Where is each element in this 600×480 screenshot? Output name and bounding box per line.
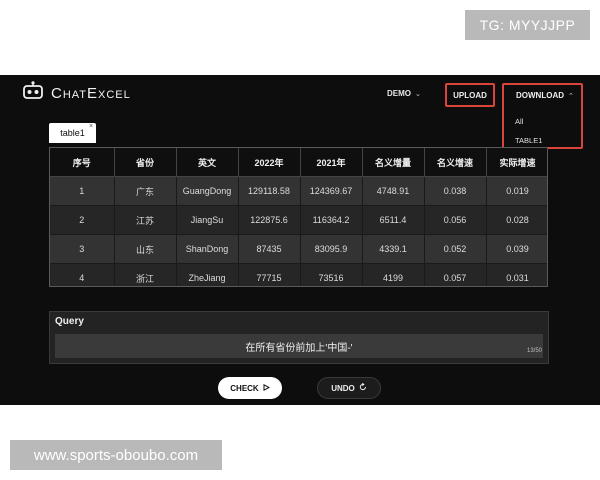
table-cell[interactable]: 0.057 <box>424 263 487 286</box>
table-cell[interactable]: 0.039 <box>486 234 547 264</box>
robot-icon <box>22 80 44 106</box>
table-cell[interactable]: 广东 <box>114 176 177 206</box>
table-cell[interactable]: 3 <box>50 234 115 264</box>
column-header[interactable]: 2021年 <box>300 148 363 177</box>
query-label: Query <box>55 316 84 327</box>
query-input[interactable]: 在所有省份前加上'中国-' <box>55 334 543 358</box>
character-count: 13/50 <box>526 348 542 354</box>
table-cell[interactable]: 0.028 <box>486 205 547 235</box>
column-header[interactable]: 英文 <box>176 148 239 177</box>
chevron-down-icon: ⌄ <box>415 90 421 98</box>
table-cell[interactable]: 0.038 <box>424 176 487 206</box>
download-dropdown: DOWNLOAD ⌃ All TABLE1 <box>502 83 583 149</box>
table-cell[interactable]: ShanDong <box>176 234 239 264</box>
demo-label: DEMO <box>387 89 411 98</box>
chevron-up-icon: ⌃ <box>568 92 574 100</box>
table-cell[interactable]: 0.019 <box>486 176 547 206</box>
table-cell[interactable]: 山东 <box>114 234 177 264</box>
column-header[interactable]: 省份 <box>114 148 177 177</box>
column-header[interactable]: 名义增速 <box>424 148 487 177</box>
table-cell[interactable]: 83095.9 <box>300 234 363 264</box>
download-label: DOWNLOAD <box>516 91 564 100</box>
close-icon[interactable]: × <box>89 123 93 130</box>
watermark-bottom: www.sports-oboubo.com <box>10 440 222 470</box>
table-cell[interactable]: 77715 <box>238 263 301 286</box>
download-option-table1[interactable]: TABLE1 <box>515 136 542 145</box>
table-cell[interactable]: 0.052 <box>424 234 487 264</box>
demo-menu[interactable]: DEMO ⌄ <box>387 89 421 98</box>
play-icon <box>263 383 270 393</box>
table-cell[interactable]: 6511.4 <box>362 205 425 235</box>
table-cell[interactable]: 浙江 <box>114 263 177 286</box>
table-row: 2 江苏 JiangSu 122875.6 116364.2 6511.4 0.… <box>50 205 547 235</box>
column-header[interactable]: 名义增量 <box>362 148 425 177</box>
watermark-top: TG: MYYJJPP <box>465 10 590 40</box>
table-cell[interactable]: 4 <box>50 263 115 286</box>
check-button[interactable]: CHECK <box>218 377 282 399</box>
table-header-row: 序号 省份 英文 2022年 2021年 名义增量 名义增速 实际增速 <box>50 148 547 177</box>
upload-button[interactable]: UPLOAD <box>445 83 495 107</box>
table-cell[interactable]: 江苏 <box>114 205 177 235</box>
table-cell[interactable]: 0.031 <box>486 263 547 286</box>
table-cell[interactable]: 87435 <box>238 234 301 264</box>
table-cell[interactable]: 73516 <box>300 263 363 286</box>
column-header[interactable]: 实际增速 <box>486 148 547 177</box>
table-cell[interactable]: 124369.67 <box>300 176 363 206</box>
download-button[interactable]: DOWNLOAD ⌃ <box>516 91 574 100</box>
table-row: 4 浙江 ZheJiang 77715 73516 4199 0.057 0.0… <box>50 263 547 286</box>
data-table: 序号 省份 英文 2022年 2021年 名义增量 名义增速 实际增速 1 广东… <box>49 147 548 287</box>
table-cell[interactable]: JiangSu <box>176 205 239 235</box>
table-cell[interactable]: 122875.6 <box>238 205 301 235</box>
table-cell[interactable]: GuangDong <box>176 176 239 206</box>
refresh-icon <box>359 382 367 393</box>
logo[interactable]: ChatExcel <box>22 80 131 106</box>
table-cell[interactable]: 1 <box>50 176 115 206</box>
download-option-all[interactable]: All <box>515 117 523 126</box>
column-header[interactable]: 序号 <box>50 148 115 177</box>
undo-button[interactable]: UNDO <box>317 377 381 399</box>
table-cell[interactable]: 0.056 <box>424 205 487 235</box>
check-label: CHECK <box>230 383 259 393</box>
query-panel: Query 在所有省份前加上'中国-' 13/50 <box>49 311 549 364</box>
column-header[interactable]: 2022年 <box>238 148 301 177</box>
app-window: ChatExcel DEMO ⌄ UPLOAD DOWNLOAD ⌃ All T… <box>0 75 600 405</box>
table-row: 3 山东 ShanDong 87435 83095.9 4339.1 0.052… <box>50 234 547 264</box>
table-row: 1 广东 GuangDong 129118.58 124369.67 4748.… <box>50 176 547 206</box>
table-cell[interactable]: ZheJiang <box>176 263 239 286</box>
app-name: ChatExcel <box>51 84 131 102</box>
table-cell[interactable]: 4748.91 <box>362 176 425 206</box>
undo-label: UNDO <box>331 383 355 393</box>
table-cell[interactable]: 2 <box>50 205 115 235</box>
table-cell[interactable]: 129118.58 <box>238 176 301 206</box>
table-cell[interactable]: 4199 <box>362 263 425 286</box>
table-cell[interactable]: 116364.2 <box>300 205 363 235</box>
table-cell[interactable]: 4339.1 <box>362 234 425 264</box>
